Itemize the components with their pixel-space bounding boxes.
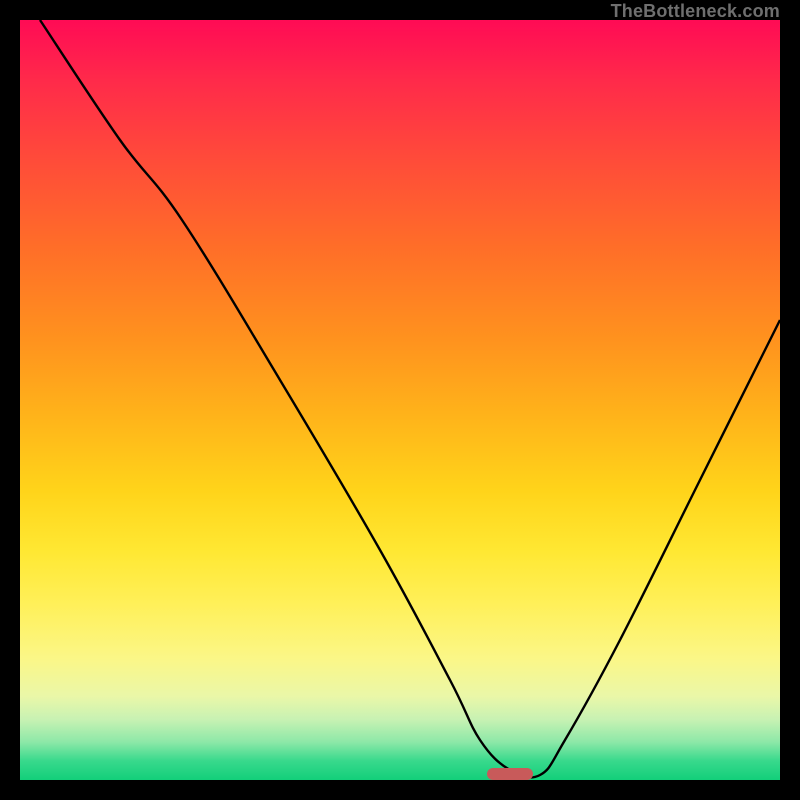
bottleneck-curve [20,20,780,780]
watermark-label: TheBottleneck.com [611,1,780,22]
optimum-marker [487,768,533,780]
chart-frame: TheBottleneck.com [0,0,800,800]
